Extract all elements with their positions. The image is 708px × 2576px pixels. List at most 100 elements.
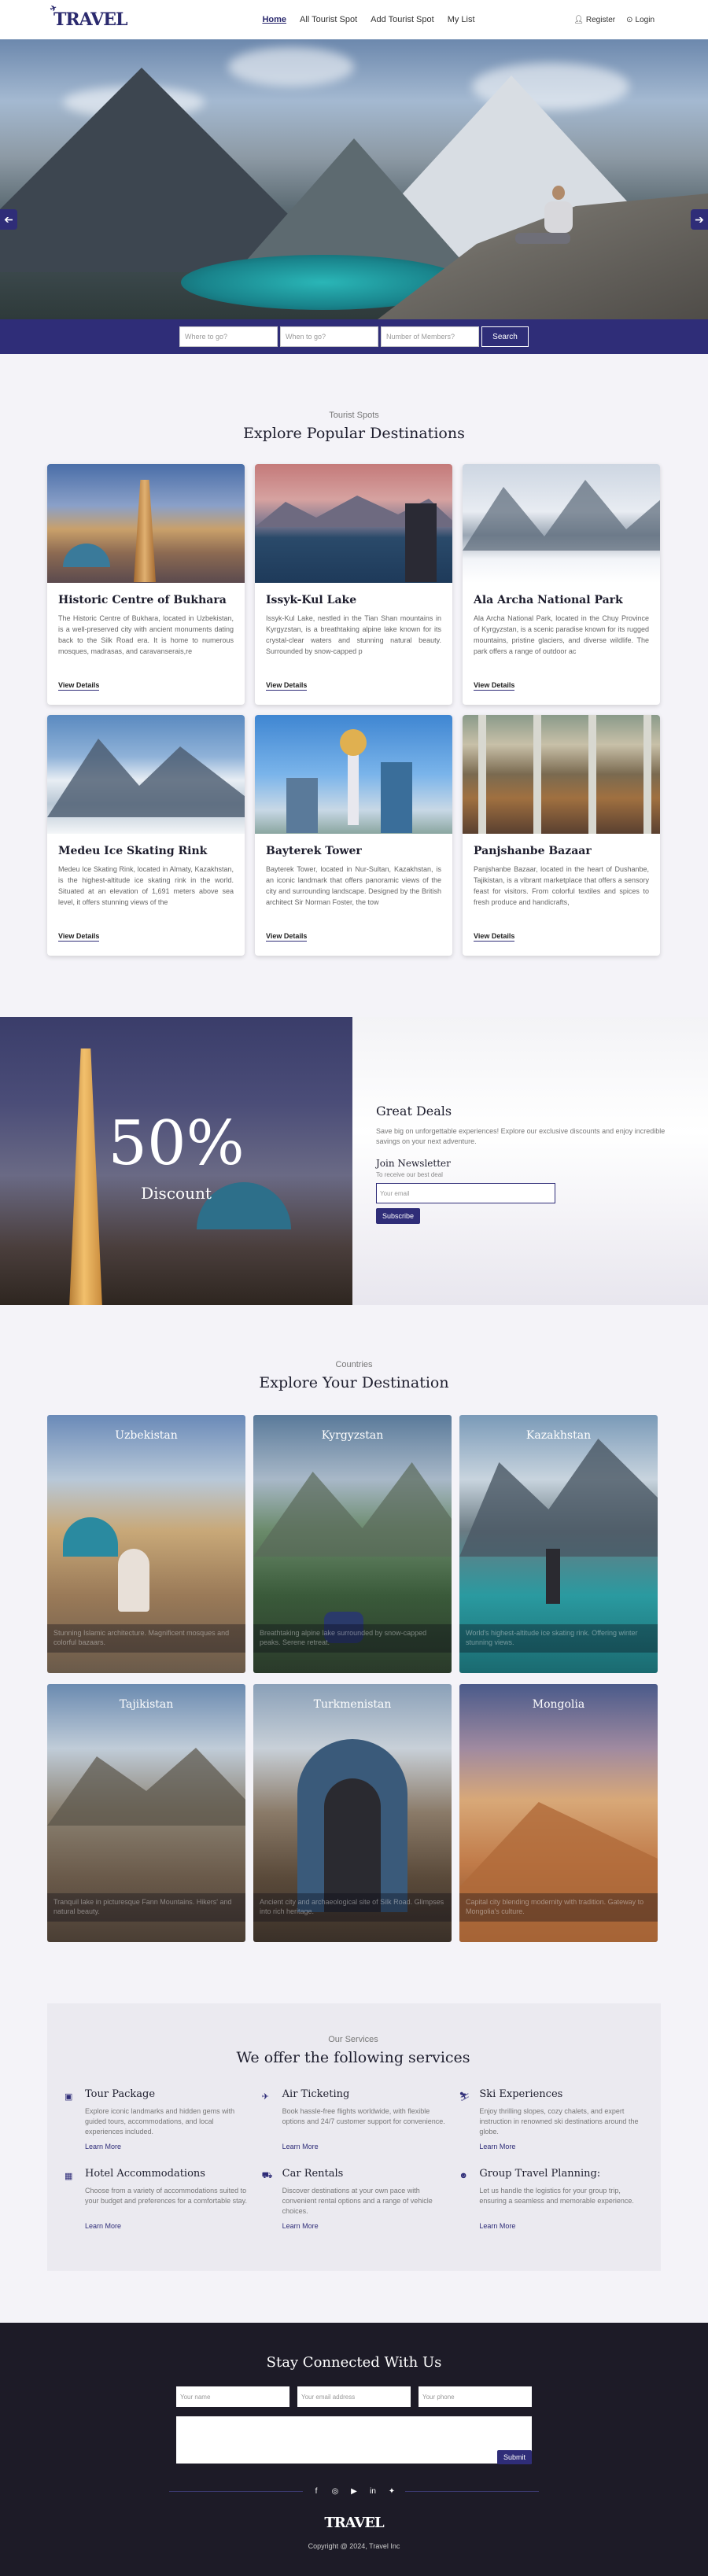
footer-message-textarea[interactable]: Submit bbox=[176, 2416, 532, 2464]
country-desc: Ancient city and archaeological site of … bbox=[253, 1893, 452, 1922]
when-input[interactable]: When to go? bbox=[280, 326, 378, 347]
nav-all-tourist-spot[interactable]: All Tourist Spot bbox=[300, 15, 357, 24]
country-card[interactable]: Uzbekistan Stunning Islamic architecture… bbox=[47, 1415, 245, 1673]
spot-desc: Ala Archa National Park, located in the … bbox=[474, 614, 649, 655]
learn-more-link[interactable]: Learn More bbox=[479, 2222, 645, 2230]
spots-title: Explore Popular Destinations bbox=[243, 425, 465, 442]
spot-card: Ala Archa National Park Ala Archa Nation… bbox=[463, 464, 660, 705]
service-desc: Enjoy thrilling slopes, cozy chalets, an… bbox=[479, 2107, 639, 2136]
spot-desc: The Historic Centre of Bukhara, located … bbox=[58, 614, 234, 655]
great-deals-section: 50% Discount Great Deals Save big on unf… bbox=[0, 1017, 708, 1305]
country-desc: Breathtaking alpine lake surrounded by s… bbox=[253, 1624, 452, 1653]
where-input[interactable]: Where to go? bbox=[179, 326, 278, 347]
learn-more-link[interactable]: Learn More bbox=[282, 2143, 448, 2150]
nav-links: Home All Tourist Spot Add Tourist Spot M… bbox=[262, 15, 488, 24]
members-input[interactable]: Number of Members? bbox=[381, 326, 479, 347]
spots-kicker: Tourist Spots bbox=[329, 411, 379, 420]
countries-title: Explore Your Destination bbox=[259, 1374, 449, 1391]
spot-desc: Issyk-Kul Lake, nestled in the Tian Shan… bbox=[266, 614, 441, 655]
spot-desc: Panjshanbe Bazaar, located in the heart … bbox=[474, 865, 649, 906]
nav-home[interactable]: Home bbox=[262, 15, 286, 24]
carousel-next-button[interactable]: ➔ bbox=[691, 209, 708, 230]
country-desc: Capital city blending modernity with tra… bbox=[459, 1893, 658, 1922]
spot-title: Issyk-Kul Lake bbox=[266, 594, 357, 606]
spot-image bbox=[47, 464, 245, 583]
register-link[interactable]: 👤︎ Register bbox=[573, 16, 615, 24]
footer-email-input[interactable]: Your email address bbox=[297, 2386, 411, 2407]
learn-more-link[interactable]: Learn More bbox=[85, 2143, 251, 2150]
search-bar: Where to go? When to go? Number of Membe… bbox=[0, 319, 708, 354]
youtube-icon[interactable]: ▶ bbox=[348, 2487, 360, 2496]
spot-card: Historic Centre of Bukhara The Historic … bbox=[47, 464, 245, 705]
learn-more-link[interactable]: Learn More bbox=[479, 2143, 645, 2150]
carousel-prev-button[interactable]: ➔ bbox=[0, 209, 17, 230]
ski-icon: ⛷ bbox=[459, 2092, 470, 2102]
car-icon: ⛟ bbox=[261, 2171, 273, 2180]
service-title: Tour Package bbox=[85, 2088, 156, 2100]
service-item: ✈ Air Ticketing Book hassle-free flights… bbox=[259, 2088, 448, 2150]
country-name: Turkmenistan bbox=[313, 1698, 392, 1711]
service-desc: Choose from a variety of accommodations … bbox=[85, 2187, 247, 2205]
view-details-button[interactable]: View Details bbox=[58, 932, 100, 942]
login-icon: ⊙ bbox=[626, 15, 633, 24]
nav-add-tourist-spot[interactable]: Add Tourist Spot bbox=[371, 15, 434, 24]
country-name: Tajikistan bbox=[119, 1698, 174, 1711]
learn-more-link[interactable]: Learn More bbox=[85, 2222, 251, 2230]
service-desc: Book hassle-free flights worldwide, with… bbox=[282, 2107, 445, 2125]
hero-person bbox=[515, 186, 578, 249]
view-details-button[interactable]: View Details bbox=[266, 932, 308, 942]
suitcase-icon: ▣ bbox=[65, 2092, 73, 2102]
services-kicker: Our Services bbox=[328, 2035, 378, 2044]
spot-title: Medeu Ice Skating Rink bbox=[58, 845, 208, 857]
learn-more-link[interactable]: Learn More bbox=[282, 2222, 448, 2230]
service-item: ▦ Hotel Accommodations Choose from a var… bbox=[61, 2168, 251, 2230]
spot-image bbox=[463, 715, 660, 834]
service-title: Car Rentals bbox=[282, 2168, 344, 2180]
linkedin-icon[interactable]: in bbox=[367, 2487, 378, 2496]
arrow-left-icon: ➔ bbox=[4, 213, 13, 227]
service-item: ☻ Group Travel Planning: Let us handle t… bbox=[455, 2168, 645, 2230]
search-button[interactable]: Search bbox=[481, 326, 529, 347]
footer-phone-input[interactable]: Your phone bbox=[419, 2386, 532, 2407]
deal-discount-label: Discount bbox=[141, 1184, 212, 1203]
instagram-icon[interactable]: ◎ bbox=[330, 2487, 341, 2496]
view-details-button[interactable]: View Details bbox=[474, 681, 515, 691]
footer-title: Stay Connected With Us bbox=[266, 2354, 442, 2371]
country-card[interactable]: Tajikistan Tranquil lake in picturesque … bbox=[47, 1684, 245, 1942]
service-item: ⛟ Car Rentals Discover destinations at y… bbox=[259, 2168, 448, 2230]
spot-desc: Medeu Ice Skating Rink, located in Almat… bbox=[58, 865, 234, 906]
countries-section: Countries Explore Your Destination Uzbek… bbox=[0, 1305, 708, 1973]
deal-content: Great Deals Save big on unforgettable ex… bbox=[352, 1017, 708, 1305]
view-details-button[interactable]: View Details bbox=[266, 681, 308, 691]
country-name: Kazakhstan bbox=[525, 1429, 592, 1442]
group-icon: ☻ bbox=[459, 2171, 468, 2180]
spot-card: Issyk-Kul Lake Issyk-Kul Lake, nestled i… bbox=[255, 464, 452, 705]
newsletter-email-input[interactable]: Your email bbox=[376, 1183, 555, 1203]
view-details-button[interactable]: View Details bbox=[58, 681, 100, 691]
nav-my-list[interactable]: My List bbox=[448, 15, 475, 24]
deal-percent: 50% bbox=[108, 1108, 245, 1179]
country-desc: World's highest-altitude ice skating rin… bbox=[459, 1624, 658, 1653]
spot-image bbox=[463, 464, 660, 583]
facebook-icon[interactable]: f bbox=[311, 2487, 322, 2496]
country-card[interactable]: Mongolia Capital city blending modernity… bbox=[459, 1684, 658, 1942]
country-desc: Stunning Islamic architecture. Magnifice… bbox=[47, 1624, 245, 1653]
subscribe-button[interactable]: Subscribe bbox=[376, 1208, 421, 1224]
country-card[interactable]: Kazakhstan World's highest-altitude ice … bbox=[459, 1415, 658, 1673]
view-details-button[interactable]: View Details bbox=[474, 932, 515, 942]
footer-name-input[interactable]: Your name bbox=[176, 2386, 289, 2407]
brand-logo[interactable]: ✈ TRAVEL bbox=[49, 4, 127, 30]
country-desc: Tranquil lake in picturesque Fann Mounta… bbox=[47, 1893, 245, 1922]
footer-submit-button[interactable]: Submit bbox=[496, 2450, 532, 2464]
deal-title: Great Deals bbox=[376, 1104, 452, 1118]
deal-lead: Save big on unforgettable experiences! E… bbox=[376, 1127, 666, 1145]
footer-logo[interactable]: TRAVEL bbox=[0, 2515, 708, 2531]
login-link[interactable]: ⊙ Login bbox=[626, 16, 655, 24]
social-links: f ◎ ▶ in ✦ bbox=[0, 2487, 708, 2496]
country-card[interactable]: Turkmenistan Ancient city and archaeolog… bbox=[253, 1684, 452, 1942]
hero-banner: ➔ ➔ bbox=[0, 39, 708, 319]
auth-links: 👤︎ Register ⊙ Login bbox=[573, 16, 655, 24]
twitter-icon[interactable]: ✦ bbox=[386, 2487, 397, 2496]
spot-card: Medeu Ice Skating Rink Medeu Ice Skating… bbox=[47, 715, 245, 956]
country-card[interactable]: Kyrgyzstan Breathtaking alpine lake surr… bbox=[253, 1415, 452, 1673]
